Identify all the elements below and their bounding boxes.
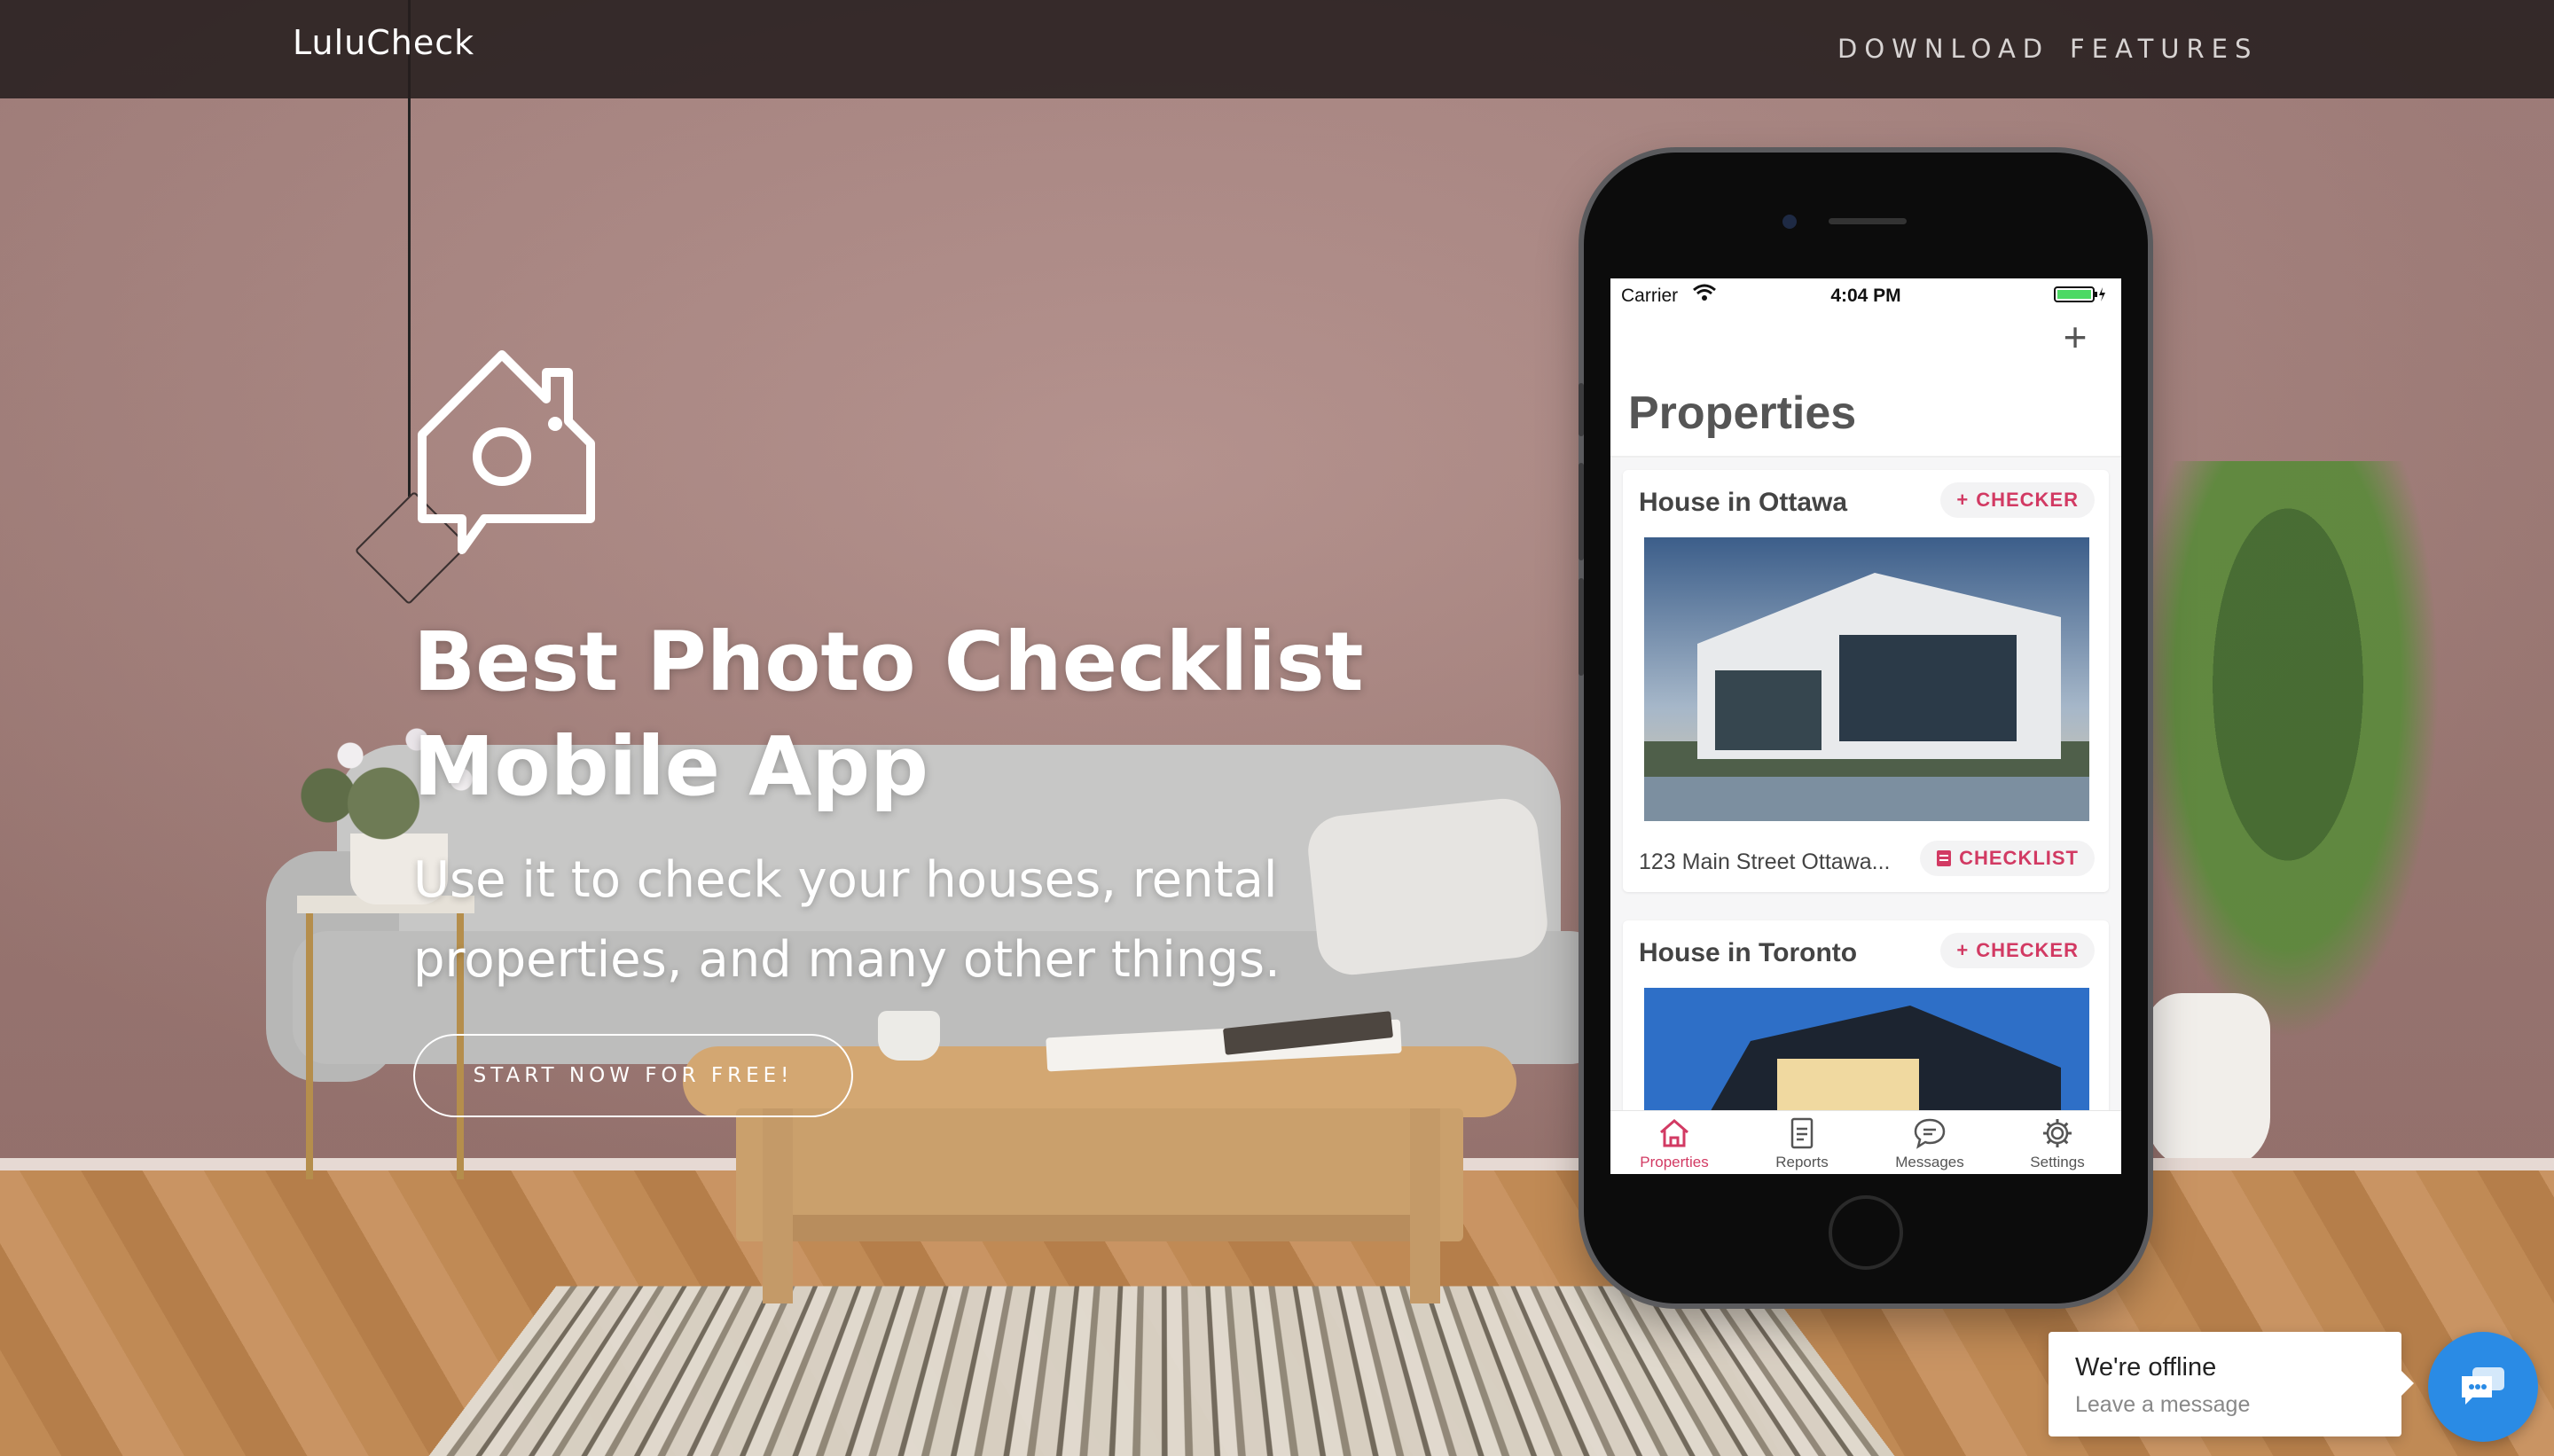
palm-pot xyxy=(2146,993,2270,1170)
add-checker-label: CHECKER xyxy=(1976,939,2079,962)
side-table-leg xyxy=(306,913,313,1179)
checklist-button[interactable]: CHECKLIST xyxy=(1920,841,2095,876)
screen-title: Properties xyxy=(1628,387,1856,440)
chat-sub: Leave a message xyxy=(2075,1392,2250,1418)
property-card[interactable]: House in Ottawa + CHECKER 123 Main Stree… xyxy=(1623,470,2109,892)
phone-side-button xyxy=(1579,383,1584,436)
status-bar: Carrier 4:04 PM xyxy=(1610,278,2121,309)
chat-bubble-icon xyxy=(1913,1116,1947,1150)
hero-title: Best Photo Checklist Mobile App xyxy=(413,610,1389,819)
add-checker-button[interactable]: + CHECKER xyxy=(1940,482,2095,518)
gear-icon xyxy=(2041,1116,2074,1150)
hero-subtitle: Use it to check your houses, rental prop… xyxy=(413,841,1389,1000)
camera-icon xyxy=(1782,215,1797,229)
nav-link-download[interactable]: DOWNLOAD xyxy=(1837,34,2049,64)
tab-label: Properties xyxy=(1640,1154,1708,1170)
plus-icon: + xyxy=(1956,489,1969,512)
chat-status: We're offline xyxy=(2075,1353,2216,1382)
checklist-icon xyxy=(1936,849,1952,867)
hero-subtitle-line: Use it to check your houses, rental xyxy=(413,851,1277,909)
tab-label: Messages xyxy=(1895,1154,1963,1170)
rug xyxy=(424,1287,1900,1456)
table-leg xyxy=(1410,1108,1440,1303)
tab-reports[interactable]: Reports xyxy=(1738,1116,1866,1171)
house-camera-logo-icon xyxy=(413,337,599,559)
coffee-table-shelf xyxy=(763,1215,1437,1241)
property-address: 123 Main Street Ottawa... xyxy=(1639,849,1890,875)
speaker xyxy=(1829,218,1907,224)
property-list: House in Ottawa + CHECKER 123 Main Stree… xyxy=(1610,458,2121,1110)
property-photo xyxy=(1644,537,2089,821)
nav-link-features[interactable]: FEATURES xyxy=(2070,34,2258,64)
chat-offline-box[interactable]: We're offline Leave a message xyxy=(2049,1332,2401,1436)
add-icon[interactable]: + xyxy=(2057,319,2093,355)
property-name: House in Ottawa xyxy=(1639,488,1847,518)
start-now-button[interactable]: START NOW FOR FREE! xyxy=(413,1034,853,1117)
brand-logo[interactable]: LuluCheck xyxy=(293,23,474,62)
phone-mockup: Carrier 4:04 PM + Properties House in Ot… xyxy=(1584,153,2148,1303)
checklist-label: CHECKLIST xyxy=(1959,847,2079,870)
hero-title-line: Best Photo Checklist xyxy=(413,614,1364,709)
hero-subtitle-line: properties, and many other things. xyxy=(413,931,1281,989)
add-checker-button[interactable]: + CHECKER xyxy=(1940,933,2095,968)
plus-icon: + xyxy=(1956,939,1969,962)
navbar: LuluCheck DOWNLOAD FEATURES xyxy=(0,0,2554,98)
table-leg xyxy=(763,1108,793,1303)
chat-icon xyxy=(2458,1364,2508,1410)
tab-properties[interactable]: Properties xyxy=(1610,1116,1738,1171)
property-name: House in Toronto xyxy=(1639,938,1857,968)
tab-label: Settings xyxy=(2030,1154,2084,1170)
battery-icon xyxy=(2054,286,2107,303)
app-screen: Carrier 4:04 PM + Properties House in Ot… xyxy=(1610,278,2121,1174)
add-checker-label: CHECKER xyxy=(1976,489,2079,512)
chat-launcher-button[interactable] xyxy=(2428,1332,2538,1442)
cup xyxy=(878,1011,940,1061)
tab-settings[interactable]: Settings xyxy=(1994,1116,2121,1171)
hero-title-line: Mobile App xyxy=(413,719,928,814)
document-icon xyxy=(1785,1116,1819,1150)
phone-side-button xyxy=(1579,578,1584,676)
status-time: 4:04 PM xyxy=(1610,286,2121,307)
tab-messages[interactable]: Messages xyxy=(1866,1116,1994,1171)
tab-label: Reports xyxy=(1775,1154,1829,1170)
tab-bar: Properties Reports Messages Settings xyxy=(1610,1110,2121,1174)
phone-side-button xyxy=(1579,463,1584,560)
phone-home-button xyxy=(1829,1195,1903,1270)
home-icon xyxy=(1657,1116,1691,1150)
